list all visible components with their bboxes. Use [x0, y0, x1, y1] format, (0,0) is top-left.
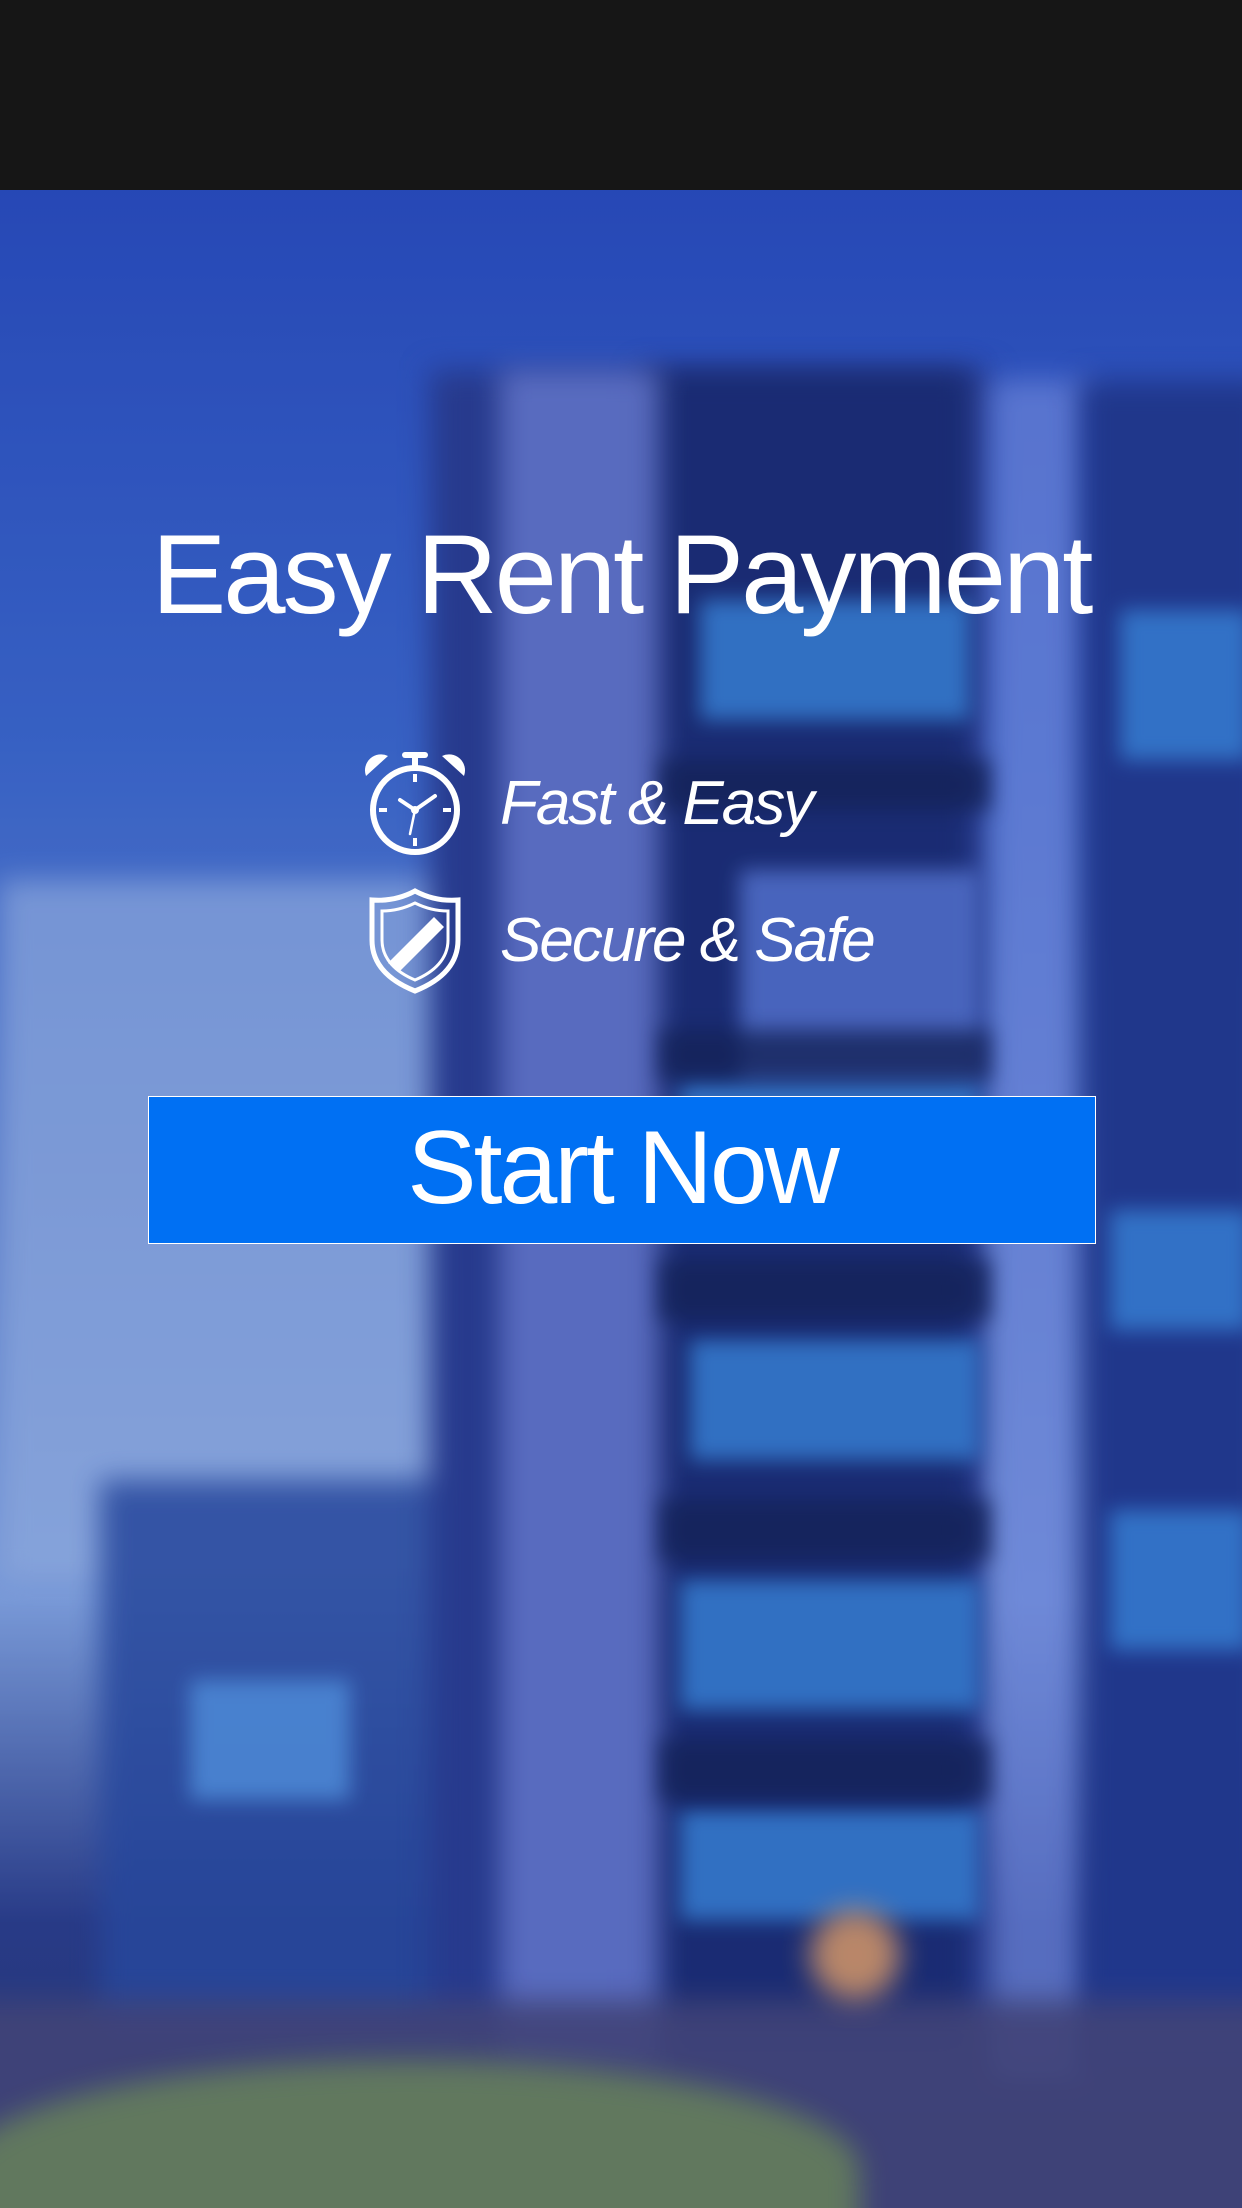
feature-label-secure-safe: Secure & Safe [500, 905, 876, 975]
page-title: Easy Rent Payment [151, 512, 1094, 637]
start-now-button[interactable]: Start Now [148, 1096, 1096, 1244]
content: Easy Rent Payment Fast & Easy Secure & S… [0, 0, 1242, 2208]
splash-screen: Easy Rent Payment Fast & Easy Secure & S… [0, 0, 1242, 2208]
feature-secure-safe: Secure & Safe [360, 885, 876, 995]
feature-label-fast-easy: Fast & Easy [500, 768, 814, 838]
stopwatch-icon [364, 752, 466, 855]
feature-fast-easy: Fast & Easy [360, 748, 814, 858]
shield-icon [369, 888, 461, 994]
